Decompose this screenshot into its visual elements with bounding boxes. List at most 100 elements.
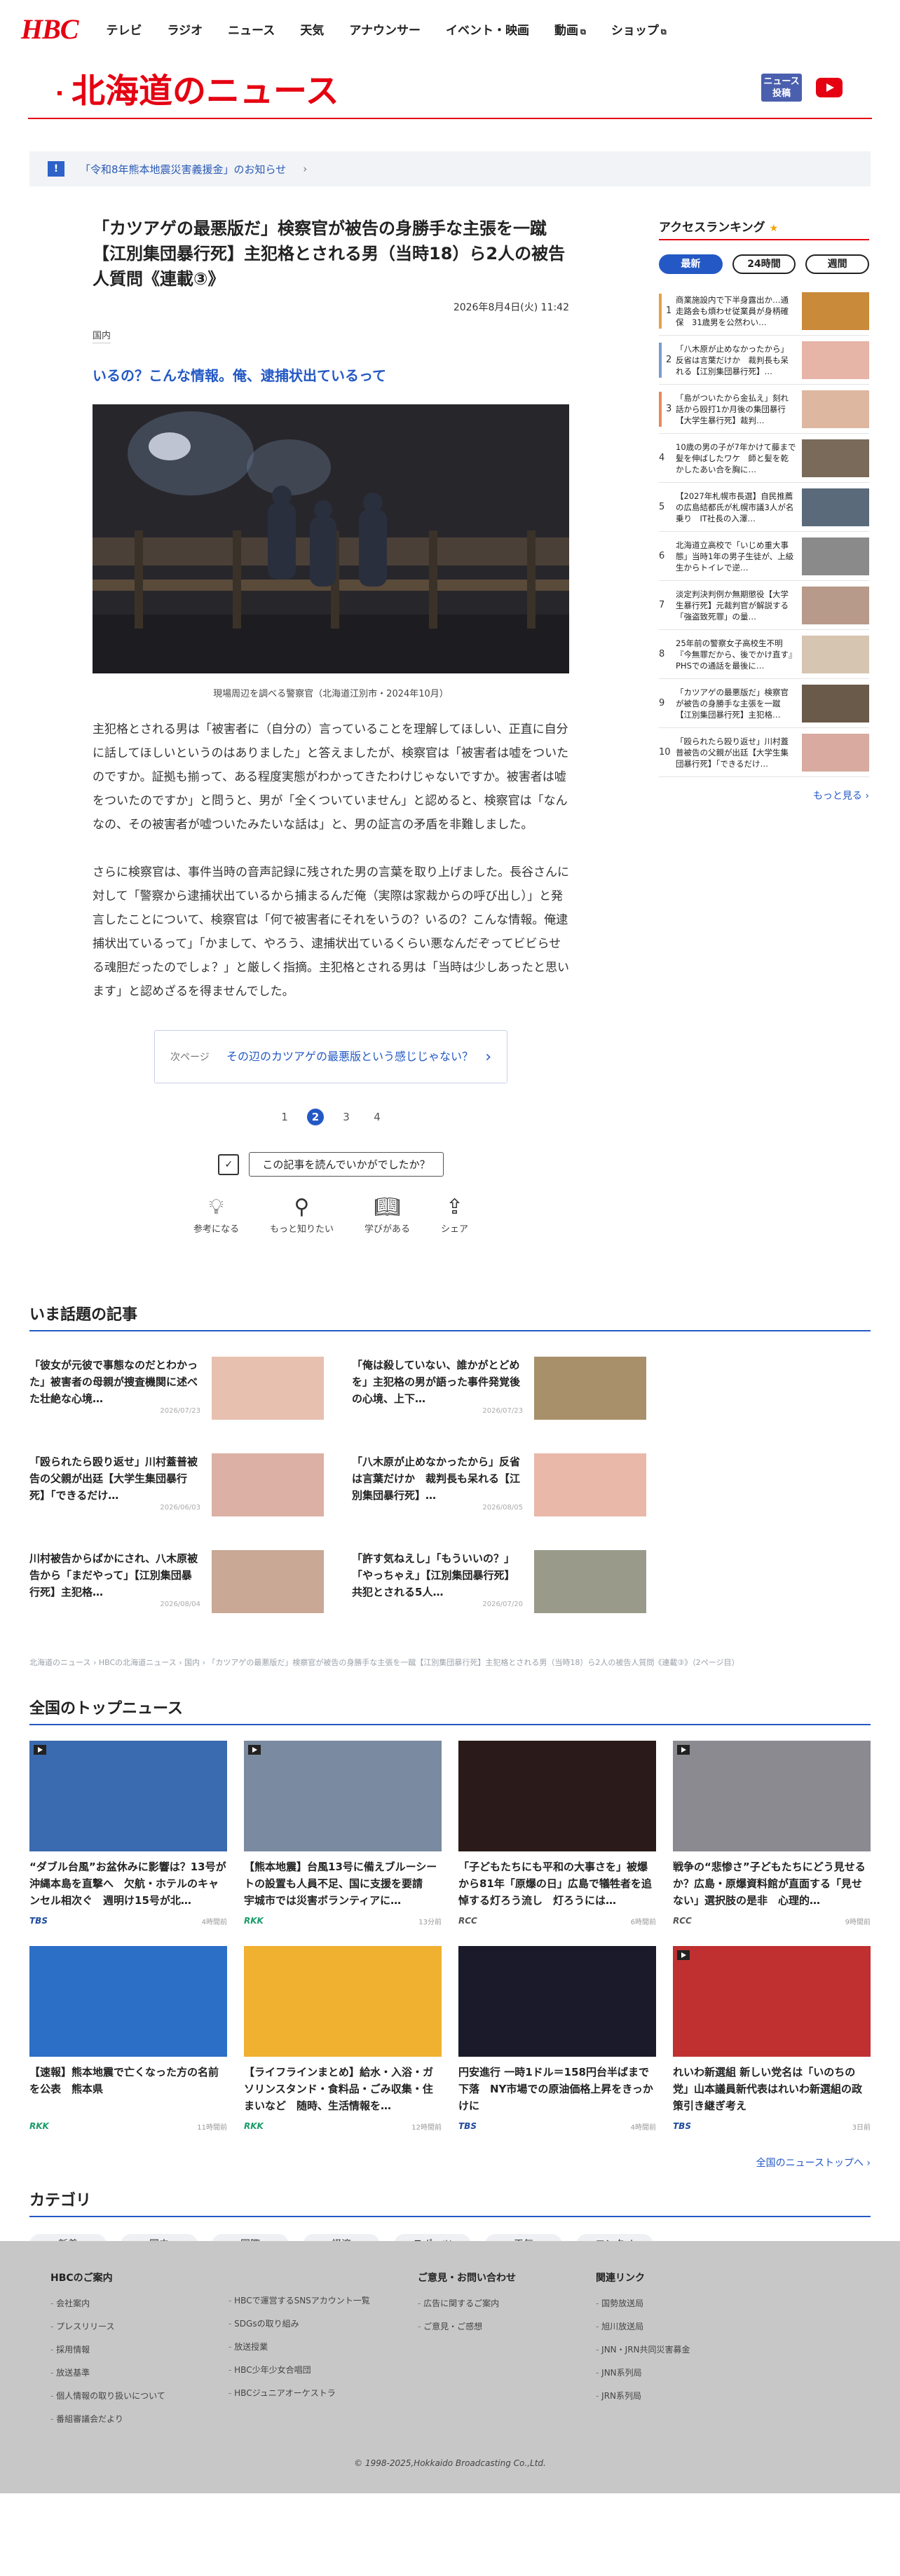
national-news-title: “ダブル台風”お盆休みに影響は？13号が沖縄本島を直撃へ 欠航・ホテルのキャンセ… xyxy=(29,1861,226,1907)
ranking-item[interactable]: 8 25年前の警察女子高校生不明『今無罪だから、後でかけ直す』PHSでの通話を最後… xyxy=(659,630,869,679)
national-news-card[interactable]: 【ライフラインまとめ】給水・入浴・ガソリンスタンド・食料品・ごみ収集・住まいなど… xyxy=(244,1946,442,2132)
footer-link[interactable]: 個人情報の取り扱いについて xyxy=(50,2390,229,2402)
footer-link[interactable]: 国勢放送局 xyxy=(596,2297,774,2309)
national-news-card[interactable]: れいわ新選組 新しい党名は「いのちの党」山本議員新代表はれいわ新選組の政策引き継… xyxy=(673,1946,871,2132)
notice-banner[interactable]: ! 「令和8年熊本地震災害義援金」のお知らせ › xyxy=(29,151,871,186)
footer-link[interactable]: HBCジュニアオーケストラ xyxy=(229,2387,418,2399)
next-page-link[interactable]: 次ページ その辺のカツアゲの最悪版という感じじゃない？ › xyxy=(154,1030,507,1083)
footer-link[interactable]: 採用情報 xyxy=(50,2343,229,2355)
ranking-item[interactable]: 4 10歳の男の子が7年かけて藤まで髪を伸ばしたワケ 師と髪を乾かしたあい合を胸に… xyxy=(659,434,869,483)
topic-card[interactable]: 「許す気ねえし」「もういいの？」「やっちゃえ」【江別集団暴行死】共犯とされる5人… xyxy=(352,1550,646,1613)
national-news-top-link[interactable]: 全国のニューストップへ › xyxy=(29,2156,871,2170)
hbc-logo[interactable]: HBC xyxy=(21,13,79,46)
check-document-icon: ✓ xyxy=(218,1153,240,1175)
rank-thumbnail xyxy=(802,488,869,526)
site-header: 北海道のニュース ニュース 投稿 xyxy=(28,57,872,119)
share-icon: ⇪ xyxy=(445,1195,464,1219)
article: 「カツアゲの最悪版だ」検察官が被告の身勝手な主張を一蹴【江別集団暴行死】主犯格と… xyxy=(93,216,569,1235)
national-news-section: 全国のトップニュース “ダブル台風”お盆休みに影響は？13号が沖縄本島を直撃へ … xyxy=(29,1696,871,2132)
ranking-item[interactable]: 10 「殴られたら殴り返せ」川村蓋普被告の父親が出廷【大学生集団暴行死】「できるだ… xyxy=(659,728,869,777)
news-source: TBS xyxy=(458,2121,477,2131)
rank-thumbnail xyxy=(802,292,869,330)
nav-item-news[interactable]: ニュース xyxy=(228,20,275,38)
national-news-card[interactable]: 戦争の“悲惨さ”子どもたちにどう見せるか？広島・原爆資料館が直面する「見せない」… xyxy=(673,1741,871,1926)
reaction-helpful-button[interactable]: 💡︎ 参考になる xyxy=(193,1195,239,1235)
footer-link[interactable]: 番組審議会だより xyxy=(50,2413,229,2425)
footer-link[interactable]: 放送基準 xyxy=(50,2366,229,2378)
tab-24h[interactable]: 24時間 xyxy=(732,254,796,274)
video-play-icon xyxy=(677,1950,690,1960)
news-post-button[interactable]: ニュース 投稿 xyxy=(761,74,802,102)
youtube-icon[interactable] xyxy=(816,78,843,97)
topic-card[interactable]: 川村被告からばかにされ、八木原被告から「まだやって」【江別集団暴行死】主犯格… 2… xyxy=(29,1550,324,1613)
footer-link[interactable]: JRN系列局 xyxy=(596,2390,774,2402)
nav-item-event[interactable]: イベント・映画 xyxy=(446,20,529,38)
ranking-item[interactable]: 3 「島がついたから金払え」刻れ話から殴打1か月後の集団暴行【大学生暴行死】裁判… xyxy=(659,385,869,434)
national-news-card[interactable]: 【速報】熊本地震で亡くなった方の名前を公表 熊本県 RKK 11時間前 xyxy=(29,1946,227,2132)
footer-link[interactable]: SDGsの取り組み xyxy=(229,2317,418,2329)
article-category[interactable]: 国内 xyxy=(93,328,111,343)
footer-link[interactable]: 旭川放送局 xyxy=(596,2320,774,2332)
ranking-item[interactable]: 5 【2027年札幌市長選】自民推薦の広島結都氏が札幌市議3人が名乗り IT社長の… xyxy=(659,483,869,532)
reaction-more-button[interactable]: ⚲ もっと知りたい xyxy=(270,1195,334,1235)
rank-title: 10歳の男の子が7年かけて藤まで髪を伸ばしたワケ 師と髪を乾かしたあい合を胸に… xyxy=(676,441,796,474)
page-1[interactable]: 1 xyxy=(276,1109,293,1125)
page-title[interactable]: 北海道のニュース xyxy=(57,63,339,112)
nav-item-weather[interactable]: 天気 xyxy=(300,20,324,38)
topic-card[interactable]: 「八木原が止めなかったから」反省は言葉だけか 裁判長も呆れる【江別集団暴行死】…… xyxy=(352,1453,646,1516)
nav-item-announcer[interactable]: アナウンサー xyxy=(349,20,421,38)
article-date: 2026年8月4日(火) 11:42 xyxy=(453,302,569,313)
page-4[interactable]: 4 xyxy=(369,1109,386,1125)
footer-link[interactable]: プレスリリース xyxy=(50,2320,229,2332)
breadcrumb[interactable]: 北海道のニュース › HBCの北海道ニュース › 国内 › 「カツアゲの最悪版だ… xyxy=(29,1657,871,1668)
nav-item-radio[interactable]: ラジオ xyxy=(167,20,203,38)
footer-link[interactable]: ご意見・ご感想 xyxy=(418,2320,596,2332)
ranking-item[interactable]: 2 「八木原が止めなかったから」反省は言葉だけか 裁判長も呆れる【江別集団暴行死】… xyxy=(659,336,869,385)
topic-thumbnail xyxy=(534,1550,646,1613)
ranking-item[interactable]: 9 「カツアゲの最悪版だ」検察官が被告の身勝手な主張を一蹴【江別集団暴行死】主犯格… xyxy=(659,679,869,728)
topic-title-text: 「八木原が止めなかったから」反省は言葉だけか 裁判長も呆れる【江別集団暴行死】… xyxy=(352,1455,521,1502)
tab-latest[interactable]: 最新 xyxy=(659,254,723,274)
national-news-card[interactable]: 「子どもたちにも平和の大事さを」被爆から81年「原爆の日」広島で犠牲者を追悼する… xyxy=(458,1741,656,1926)
national-news-thumbnail xyxy=(673,1741,871,1851)
article-photo xyxy=(93,404,569,673)
ranking-item[interactable]: 1 商業施設内で下半身露出か…通走路会も煩わせ従業員が身柄確保 31歳男を公然わい… xyxy=(659,287,869,336)
national-news-card[interactable]: 【熊本地震】台風13号に備えブルーシートの設置も人員不足、国に支援を要請 宇城市… xyxy=(244,1741,442,1926)
footer-link[interactable]: 広告に関するご案内 xyxy=(418,2297,596,2309)
nav-item-shop[interactable]: ショップ ⧉ xyxy=(611,20,667,38)
footer-link[interactable]: HBC少年少女合唱団 xyxy=(229,2364,418,2376)
national-news-thumbnail xyxy=(458,1741,656,1851)
topic-card[interactable]: 「殴られたら殴り返せ」川村蓋普被告の父親が出廷【大学生集団暴行死】「できるだけ…… xyxy=(29,1453,324,1516)
national-news-card[interactable]: 円安進行 一時1ドル＝158円台半ばまで下落 NY市場での原油価格上昇をきっかけ… xyxy=(458,1946,656,2132)
topic-title: 「俺は殺していない、誰かがとどめを」主犯格の男が語った事件発覚後の心境、上下… 2… xyxy=(352,1357,523,1420)
rank-title: 【2027年札幌市長選】自民推薦の広島結都氏が札幌市議3人が名乗り IT社長の入… xyxy=(676,491,794,523)
tab-weekly[interactable]: 週間 xyxy=(805,254,870,274)
topic-card[interactable]: 「俺は殺していない、誰かがとどめを」主犯格の男が語った事件発覚後の心境、上下… 2… xyxy=(352,1357,646,1420)
reaction-learn-button[interactable]: 📖︎ 学びがある xyxy=(364,1195,410,1235)
external-link-icon: ⧉ xyxy=(660,27,667,36)
footer-link[interactable]: 会社案内 xyxy=(50,2297,229,2309)
ranking-item[interactable]: 7 淡定判決判例か無期懲役【大学生暴行死】元裁判官が解説する「強盗致死罪」の量… xyxy=(659,581,869,630)
rank-highlight-bar xyxy=(659,392,662,427)
national-news-meta: RCC 9時間前 xyxy=(673,1916,871,1926)
nav-item-tv[interactable]: テレビ xyxy=(106,20,142,38)
copyright: © 1998-2025,Hokkaido Broadcasting Co.,Lt… xyxy=(354,2458,546,2468)
ranking-item[interactable]: 6 北海道立高校で「いじめ重大事態」当時1年の男子生徒が、上級生からトイレで逆… xyxy=(659,532,869,581)
footer-link[interactable]: JNN・JRN共同災害募金 xyxy=(596,2343,774,2355)
share-button[interactable]: ⇪ シェア xyxy=(441,1195,468,1235)
topic-date: 2026/06/03 xyxy=(160,1504,200,1512)
topic-thumbnail xyxy=(534,1453,646,1516)
footer-link[interactable]: HBCで運営するSNSアカウント一覧 xyxy=(229,2294,418,2306)
page-3[interactable]: 3 xyxy=(338,1109,355,1125)
bulb-icon: 💡︎ xyxy=(208,1195,224,1219)
national-news-thumbnail xyxy=(244,1741,442,1851)
rank-number: 6 xyxy=(659,551,665,561)
nav-item-video[interactable]: 動画 ⧉ xyxy=(554,20,586,38)
national-news-title: 【速報】熊本地震で亡くなった方の名前を公表 熊本県 xyxy=(29,2066,219,2095)
national-news-thumbnail xyxy=(673,1946,871,2057)
national-news-card[interactable]: “ダブル台風”お盆休みに影響は？13号が沖縄本島を直撃へ 欠航・ホテルのキャンセ… xyxy=(29,1741,227,1926)
topic-card[interactable]: 「彼女が元彼で事態なのだとわかった」被害者の母親が捜査機関に述べた壮絶な心境… 2… xyxy=(29,1357,324,1420)
more-ranking-link[interactable]: もっと見る › xyxy=(659,788,869,802)
footer-link[interactable]: JNN系列局 xyxy=(596,2366,774,2378)
footer-link[interactable]: 放送授業 xyxy=(229,2341,418,2352)
